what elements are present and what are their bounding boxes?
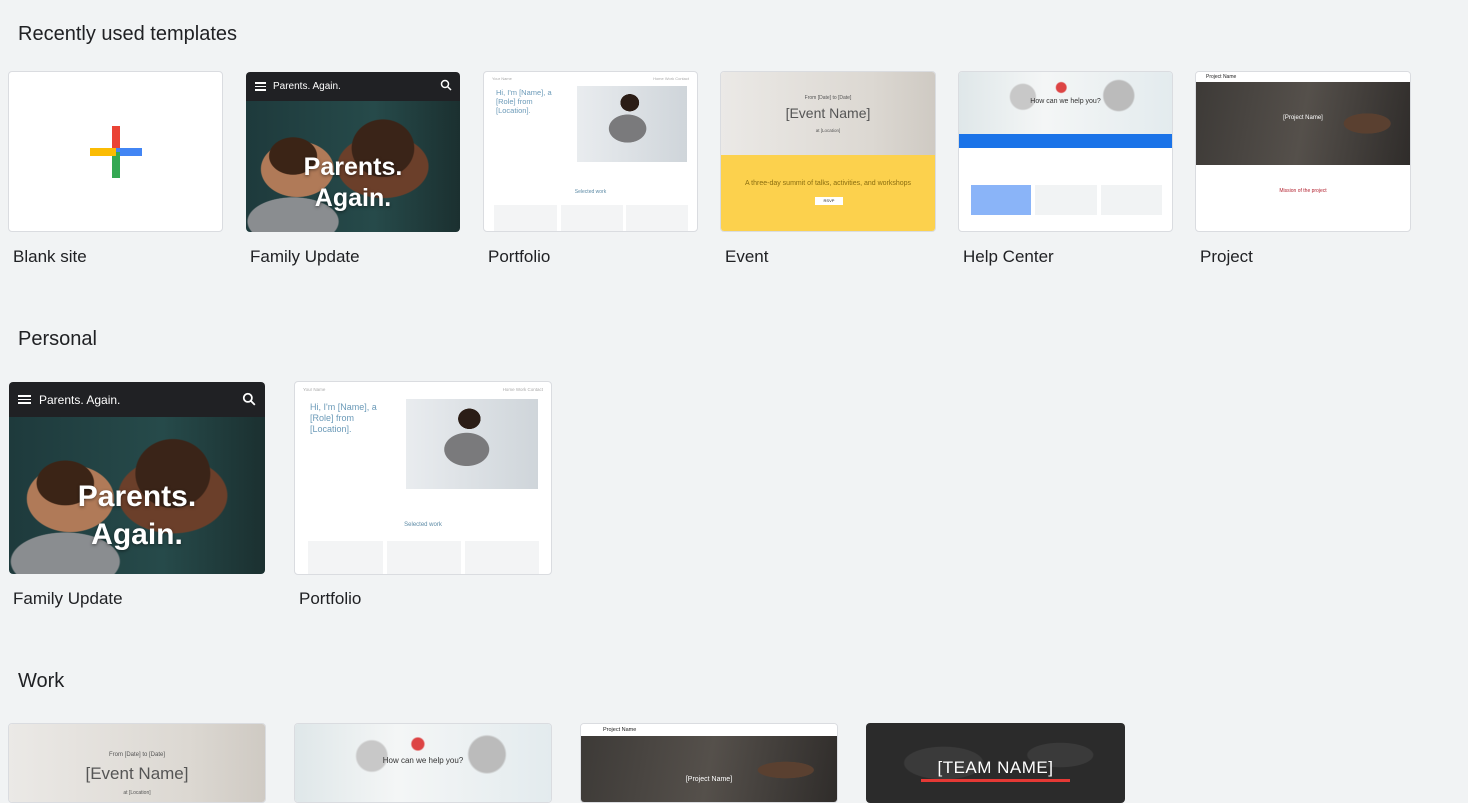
portfolio-tile xyxy=(308,541,383,574)
event-yellow-band xyxy=(721,155,935,231)
template-card-blank[interactable] xyxy=(8,71,223,232)
help-tile xyxy=(1101,185,1162,215)
help-blue-band xyxy=(959,134,1172,148)
event-location: at [Location] xyxy=(815,128,841,133)
template-label-event: Event xyxy=(725,247,769,266)
menu-icon xyxy=(255,80,266,93)
portfolio-tile xyxy=(387,541,461,574)
portfolio-photo xyxy=(406,399,538,489)
portfolio-tile xyxy=(561,205,623,231)
template-label-project: Project xyxy=(1200,247,1253,266)
portfolio-intro: Hi, I'm [Name], a [Role] from [Location]… xyxy=(310,402,377,434)
template-label-family-update: Family Update xyxy=(13,589,123,608)
template-label-help-center: Help Center xyxy=(963,247,1054,266)
template-card-event[interactable]: From [Date] to [Date] [Event Name] at [L… xyxy=(8,723,266,803)
family-header-bar: Parents. Again. xyxy=(9,382,265,417)
family-header-title: Parents. Again. xyxy=(39,392,121,407)
template-label-blank: Blank site xyxy=(13,247,87,266)
portfolio-selected-work: Selected work xyxy=(404,522,442,528)
family-header-title: Parents. Again. xyxy=(273,81,341,92)
plus-icon xyxy=(89,125,142,178)
project-bar: Project Name xyxy=(581,724,837,736)
event-name: [Event Name] xyxy=(785,105,871,121)
help-tile xyxy=(1035,185,1097,215)
help-question: How can we help you? xyxy=(382,756,464,765)
team-name: [TEAM NAME] xyxy=(937,758,1054,777)
template-card-project[interactable]: Project Name [Project Name] Mission of t… xyxy=(1195,71,1411,232)
portfolio-selected-work: Selected work xyxy=(574,189,607,195)
portfolio-photo xyxy=(577,86,687,162)
project-hero xyxy=(1196,82,1410,165)
family-header-bar: Parents. Again. xyxy=(246,72,460,101)
template-card-portfolio[interactable]: Your Name Home Work Contact Hi, I'm [Name… xyxy=(294,381,552,575)
template-label-family-update: Family Update xyxy=(250,247,360,266)
portfolio-nav: Your Name Home Work Contact xyxy=(303,387,543,392)
template-card-team[interactable]: [TEAM NAME] xyxy=(866,723,1125,803)
project-name: [Project Name] xyxy=(685,776,733,783)
template-card-family-update[interactable]: Parents. Again. Parents. Again. xyxy=(9,382,265,574)
event-rsvp-button: RSVP xyxy=(815,197,843,205)
template-label-portfolio: Portfolio xyxy=(488,247,551,266)
event-tagline: A three-day summit of talks, activities,… xyxy=(744,180,912,187)
project-hero xyxy=(581,736,837,802)
help-tile xyxy=(971,185,1031,215)
project-name: [Project Name] xyxy=(1283,115,1323,121)
search-icon xyxy=(440,79,452,91)
event-dates: From [Date] to [Date] xyxy=(804,95,852,101)
template-card-family-update[interactable]: Parents. Again. Parents. Again. xyxy=(246,72,460,232)
team-underline xyxy=(921,779,1070,782)
section-title-recent: Recently used templates xyxy=(18,23,238,45)
event-name: [Event Name] xyxy=(85,764,189,783)
portfolio-nav: Your Name Home Work Contact xyxy=(492,76,689,81)
portfolio-intro: Hi, I'm [Name], a [Role] from [Location]… xyxy=(496,88,552,115)
search-icon xyxy=(242,392,256,406)
family-hero-text: Parents. Again. xyxy=(77,480,197,551)
family-hero-text: Parents. Again. xyxy=(303,153,403,213)
template-card-event[interactable]: From [Date] to [Date] [Event Name] at [L… xyxy=(720,71,936,232)
project-mission: Mission of the project xyxy=(1279,188,1327,194)
portfolio-tile xyxy=(626,205,688,231)
section-title-work: Work xyxy=(18,670,65,692)
template-card-portfolio[interactable]: Your Name Home Work Contact Hi, I'm [Name… xyxy=(483,71,698,232)
event-location: at [Location] xyxy=(123,790,151,796)
event-dates: From [Date] to [Date] xyxy=(108,752,166,758)
project-bar: Project Name xyxy=(1196,72,1410,82)
section-title-personal: Personal xyxy=(18,328,97,350)
portfolio-tile xyxy=(494,205,557,231)
portfolio-tile xyxy=(465,541,539,574)
template-label-portfolio: Portfolio xyxy=(299,589,362,608)
help-question: How can we help you? xyxy=(1030,98,1101,105)
template-card-help-center[interactable]: How can we help you? xyxy=(294,723,552,803)
template-card-project[interactable]: Project Name [Project Name] xyxy=(580,723,838,803)
menu-icon xyxy=(18,393,31,406)
template-card-help-center[interactable]: How can we help you? xyxy=(958,71,1173,232)
